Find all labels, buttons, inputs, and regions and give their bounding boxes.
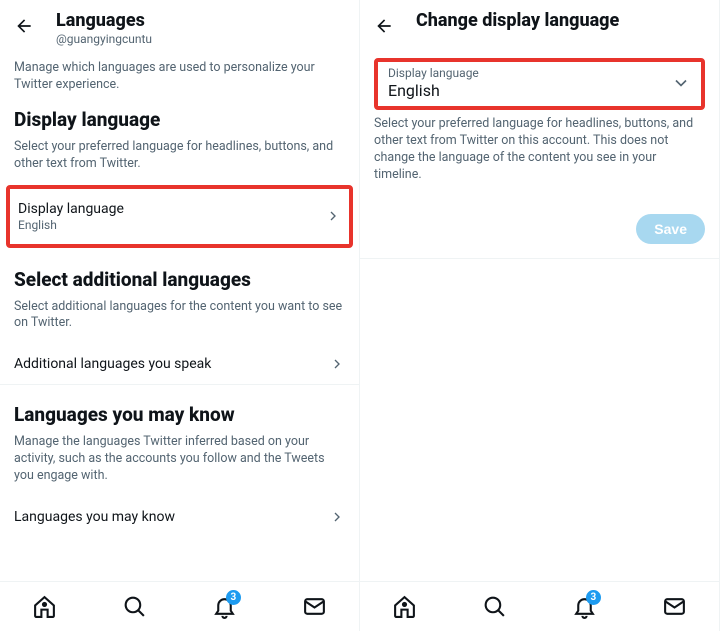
save-button[interactable]: Save: [636, 214, 705, 244]
display-language-row-title: Display language: [18, 201, 325, 217]
arrow-left-icon: [14, 16, 34, 36]
display-language-row[interactable]: Display language English: [10, 189, 349, 244]
may-know-row[interactable]: Languages you may know: [0, 497, 359, 537]
notification-badge: 3: [586, 590, 601, 605]
dropdown-label: Display language: [388, 66, 671, 80]
intro-text: Manage which languages are used to perso…: [14, 60, 345, 94]
nav-search[interactable]: [122, 594, 147, 619]
page-title: Languages: [56, 10, 345, 31]
change-language-panel: Change display language Display language…: [360, 0, 720, 631]
dropdown-value: English: [388, 81, 671, 100]
back-button[interactable]: [374, 16, 394, 36]
back-button[interactable]: [14, 16, 34, 36]
header: Change display language: [360, 0, 719, 44]
display-language-highlight: Display language English: [6, 185, 353, 248]
content: Display language English Select your pre…: [360, 44, 719, 631]
mail-icon: [302, 594, 327, 619]
may-know-heading: Languages you may know: [14, 403, 345, 426]
additional-languages-row-title: Additional languages you speak: [14, 356, 329, 372]
bottom-nav: 3: [360, 581, 719, 631]
bottom-nav: 3: [0, 581, 359, 631]
page-title: Change display language: [416, 10, 705, 31]
may-know-row-title: Languages you may know: [14, 509, 329, 525]
notification-badge: 3: [226, 590, 241, 605]
search-icon: [122, 594, 147, 619]
additional-languages-desc: Select additional languages for the cont…: [14, 299, 345, 333]
content: Manage which languages are used to perso…: [0, 54, 359, 631]
change-language-desc: Select your preferred language for headl…: [374, 116, 705, 184]
additional-languages-row[interactable]: Additional languages you speak: [0, 344, 359, 385]
username: @guangyingcuntu: [56, 32, 345, 46]
arrow-left-icon: [374, 16, 394, 36]
header: Languages @guangyingcuntu: [0, 0, 359, 54]
nav-messages[interactable]: [662, 594, 687, 619]
nav-search[interactable]: [482, 594, 507, 619]
language-dropdown[interactable]: Display language English: [374, 58, 705, 110]
languages-panel: Languages @guangyingcuntu Manage which l…: [0, 0, 360, 631]
chevron-right-icon: [325, 208, 341, 224]
mail-icon: [662, 594, 687, 619]
display-language-row-value: English: [18, 218, 325, 232]
chevron-right-icon: [329, 356, 345, 372]
nav-home[interactable]: [392, 594, 417, 619]
display-language-desc: Select your preferred language for headl…: [14, 139, 345, 173]
chevron-right-icon: [329, 509, 345, 525]
home-icon: [392, 594, 417, 619]
save-row: Save: [360, 198, 719, 259]
display-language-heading: Display language: [14, 108, 345, 131]
search-icon: [482, 594, 507, 619]
nav-messages[interactable]: [302, 594, 327, 619]
may-know-desc: Manage the languages Twitter inferred ba…: [14, 434, 345, 485]
nav-home[interactable]: [32, 594, 57, 619]
nav-notifications[interactable]: 3: [212, 594, 237, 619]
home-icon: [32, 594, 57, 619]
chevron-down-icon: [671, 73, 691, 93]
nav-notifications[interactable]: 3: [572, 594, 597, 619]
additional-languages-heading: Select additional languages: [14, 268, 345, 291]
